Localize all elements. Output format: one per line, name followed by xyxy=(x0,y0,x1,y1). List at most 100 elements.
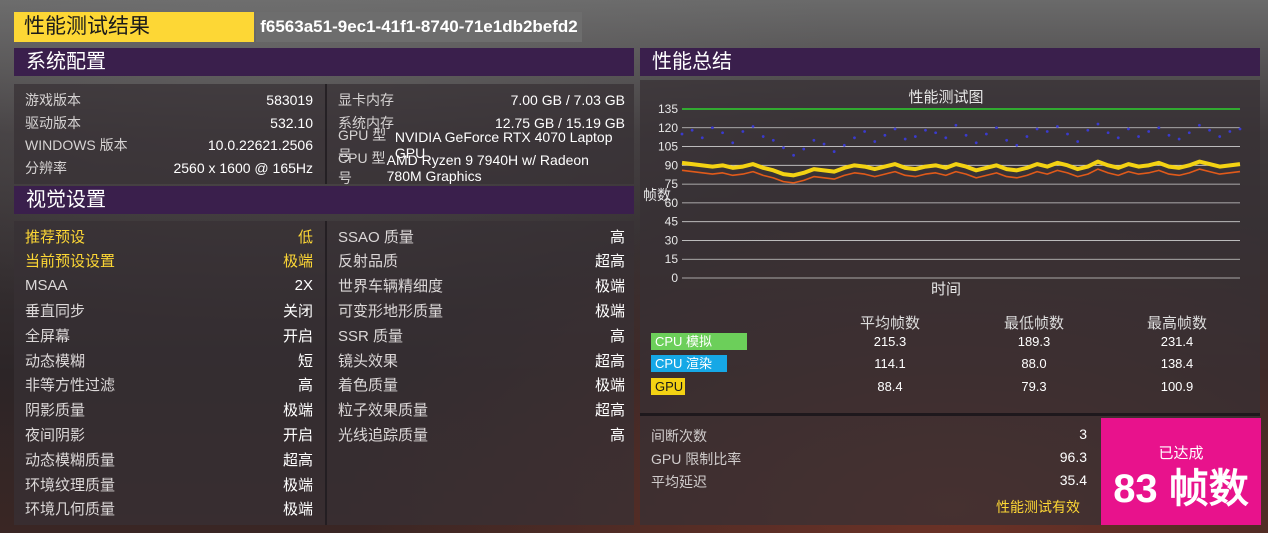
chart-point-series-0 xyxy=(1127,127,1130,131)
system-left-value: 2560 x 1600 @ 165Hz xyxy=(173,159,313,176)
visual-right-row: SSR 质量 高 xyxy=(338,323,625,347)
system-left-label: WINDOWS 版本 xyxy=(25,137,128,153)
chart-point-series-0 xyxy=(1005,138,1009,142)
chart-point-series-0 xyxy=(700,136,704,140)
chart-point-series-0 xyxy=(1238,127,1242,131)
title-bar: 性能测试结果 f6563a51-9ec1-41f1-8740-71e1db2be… xyxy=(14,12,582,42)
chart-point-series-0 xyxy=(1096,122,1100,126)
chart-point-series-0 xyxy=(1208,128,1211,132)
chart-point-series-0 xyxy=(680,132,684,136)
visual-right-value: 极端 xyxy=(594,377,625,395)
visual-left-label: 动态模糊质量 xyxy=(25,451,116,469)
visual-right-row: SSAO 质量 高 xyxy=(338,224,625,248)
chart-point-series-0 xyxy=(1015,143,1019,147)
chart-point-series-0 xyxy=(771,138,775,142)
visual-right-value: 超高 xyxy=(594,253,625,271)
chart-y-tick-label: 60 xyxy=(665,196,679,210)
chart-point-series-0 xyxy=(893,127,897,131)
summary-metric-row: 平均延迟 35.4 xyxy=(651,472,1087,492)
visual-left-label: 垂直同步 xyxy=(25,302,86,320)
chart-y-tick-label: 75 xyxy=(665,177,679,191)
chart-point-series-0 xyxy=(731,141,735,145)
chart-point-series-0 xyxy=(711,126,714,130)
visual-left-label: 环境几何质量 xyxy=(25,501,116,519)
visual-right-value: 超高 xyxy=(594,402,625,420)
chart-point-series-0 xyxy=(944,136,948,140)
chart-point-series-0 xyxy=(1147,130,1151,133)
chart-point-series-0 xyxy=(1086,128,1090,132)
system-left-row: 分辨率 2560 x 1600 @ 165Hz xyxy=(25,157,313,179)
visual-left-value: 高 xyxy=(297,377,313,395)
summary-divider xyxy=(640,413,1260,416)
summary-metric-value: 35.4 xyxy=(1059,472,1087,488)
chart-point-series-0 xyxy=(812,138,816,142)
summary-metric-value: 3 xyxy=(1079,426,1087,442)
chart-line-series-2 xyxy=(681,168,1241,184)
visual-right-row: 可变形地形质量 极端 xyxy=(338,298,625,322)
achieved-fps-badge: 已达成 83 帧数 xyxy=(1101,418,1261,525)
system-config-divider xyxy=(325,84,327,184)
chart-point-series-0 xyxy=(1116,136,1120,140)
chart-point-series-0 xyxy=(1137,135,1140,138)
summary-metric-row: 间断次数 3 xyxy=(651,426,1087,446)
chart-point-series-0 xyxy=(1218,135,1222,138)
stat-value: 100.9 xyxy=(1160,379,1194,394)
chart-point-series-0 xyxy=(782,146,785,150)
chart-point-series-0 xyxy=(974,141,978,145)
visual-left-row: 夜间阴影 开启 xyxy=(25,422,313,446)
system-right-value: 7.00 GB / 7.03 GB xyxy=(510,92,625,108)
stat-tag: GPU xyxy=(651,378,685,395)
visual-settings-divider xyxy=(325,221,327,525)
visual-left-label: 夜间阴影 xyxy=(25,426,86,444)
system-left-label: 分辨率 xyxy=(25,159,67,176)
visual-left-value: 2X xyxy=(294,277,313,295)
chart-point-series-0 xyxy=(1055,125,1059,128)
visual-left-label: 非等方性过滤 xyxy=(25,377,116,395)
chart-point-series-0 xyxy=(842,143,846,147)
visual-right-label: 可变形地形质量 xyxy=(338,302,444,320)
benchmark-valid-label: 性能测试有效 xyxy=(996,499,1080,515)
chart-y-tick-label: 15 xyxy=(665,252,679,266)
visual-left-value: 超高 xyxy=(282,451,313,469)
visual-left-label: 当前预设设置 xyxy=(25,253,116,271)
visual-right-row: 世界车辆精细度 极端 xyxy=(338,274,625,298)
chart-point-series-0 xyxy=(1066,132,1069,136)
visual-right-label: SSR 质量 xyxy=(338,327,404,345)
fps-chart-svg: 性能测试图 时间 帧数 0153045607590105120135 xyxy=(643,89,1242,298)
chart-point-series-0 xyxy=(995,126,998,130)
chart-point-series-0 xyxy=(853,136,856,140)
chart-point-series-0 xyxy=(792,153,795,157)
chart-point-series-0 xyxy=(1025,135,1029,138)
summary-metric-label: 间断次数 xyxy=(651,428,707,444)
chart-point-series-0 xyxy=(1106,131,1110,135)
system-right-label: 显卡内存 xyxy=(338,92,394,108)
system-left-row: WINDOWS 版本 10.0.22621.2506 xyxy=(25,134,313,156)
visual-right-value: 极端 xyxy=(594,302,625,320)
visual-left-value: 开启 xyxy=(282,426,313,444)
visual-right-row: 镜头效果 超高 xyxy=(338,348,625,372)
chart-point-series-0 xyxy=(1167,133,1171,137)
system-left-value: 532.10 xyxy=(270,114,313,131)
visual-left-row: 全屏幕 开启 xyxy=(25,323,313,347)
chart-point-series-0 xyxy=(984,132,988,136)
system-right-row: 显卡内存 7.00 GB / 7.03 GB xyxy=(338,89,625,111)
visual-settings-title: 视觉设置 xyxy=(26,189,106,211)
system-left-row: 游戏版本 583019 xyxy=(25,89,313,111)
stat-value: 215.3 xyxy=(873,334,907,349)
visual-right-label: 光线追踪质量 xyxy=(338,426,429,444)
visual-left-row: 当前预设设置 极端 xyxy=(25,249,313,273)
visual-right-value: 高 xyxy=(609,426,625,444)
system-config-title: 系统配置 xyxy=(26,51,106,73)
achieved-fps-value: 83 帧数 xyxy=(1113,467,1249,511)
system-left-row: 驱动版本 532.10 xyxy=(25,112,313,134)
system-right-row: CPU 型号 AMD Ryzen 9 7940H w/ Radeon 780M G… xyxy=(338,150,625,186)
visual-left-row: 环境纹理质量 极端 xyxy=(25,472,313,496)
visual-right-row: 粒子效果质量 超高 xyxy=(338,398,625,422)
chart-y-tick-label: 90 xyxy=(665,158,679,172)
visual-right-row: 反射品质 超高 xyxy=(338,249,625,273)
visual-right-label: 着色质量 xyxy=(338,377,399,395)
visual-left-label: 动态模糊 xyxy=(25,352,86,370)
stat-tag: CPU 模拟 xyxy=(651,333,747,350)
chart-title: 性能测试图 xyxy=(908,89,983,106)
chart-point-series-0 xyxy=(863,130,867,133)
